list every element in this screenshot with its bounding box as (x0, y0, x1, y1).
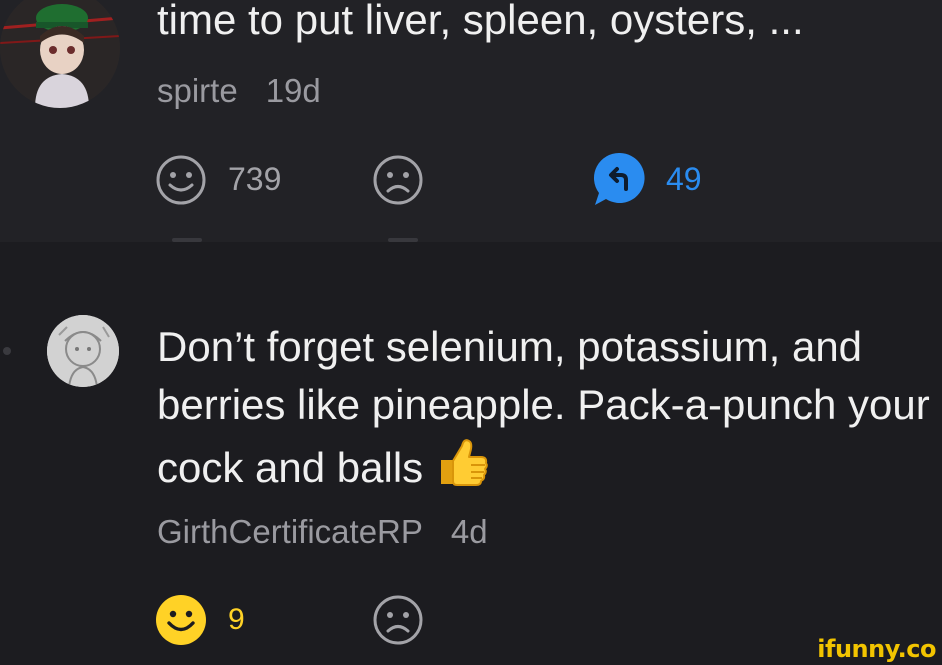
comment-age: 19d (265, 72, 321, 109)
divider-fragment (388, 238, 418, 242)
smile-icon[interactable] (155, 154, 207, 211)
thread-dot (3, 347, 11, 355)
comment-text: time to put liver, spleen, oysters, ... (157, 0, 804, 43)
comment-meta: spirte 19d (157, 72, 321, 110)
smile-icon-active[interactable] (155, 594, 207, 651)
smile-count: 9 (228, 603, 245, 636)
comment-age: 4d (450, 513, 488, 550)
ifunny-watermark: ifunny.co (817, 635, 936, 663)
comment-text: Don’t forget selenium, potassium, and be… (157, 318, 942, 505)
reply-bubble-icon[interactable] (593, 151, 647, 212)
divider-fragment (172, 238, 202, 242)
comment-text-body: Don’t forget selenium, potassium, and be… (157, 323, 930, 491)
avatar-girthcertificaterp[interactable] (47, 315, 119, 387)
reply-count: 49 (666, 161, 702, 197)
comment-meta: GirthCertificateRP 4d (157, 513, 488, 551)
smile-count: 739 (228, 161, 282, 197)
frown-icon[interactable] (372, 154, 424, 211)
comment-card-1: time to put liver, spleen, oysters, ... … (0, 0, 942, 242)
username[interactable]: spirte (157, 72, 238, 109)
thumbs-up-emoji (435, 434, 491, 505)
frown-icon[interactable] (372, 594, 424, 651)
avatar-spirte[interactable] (0, 0, 120, 108)
username[interactable]: GirthCertificateRP (157, 513, 423, 550)
